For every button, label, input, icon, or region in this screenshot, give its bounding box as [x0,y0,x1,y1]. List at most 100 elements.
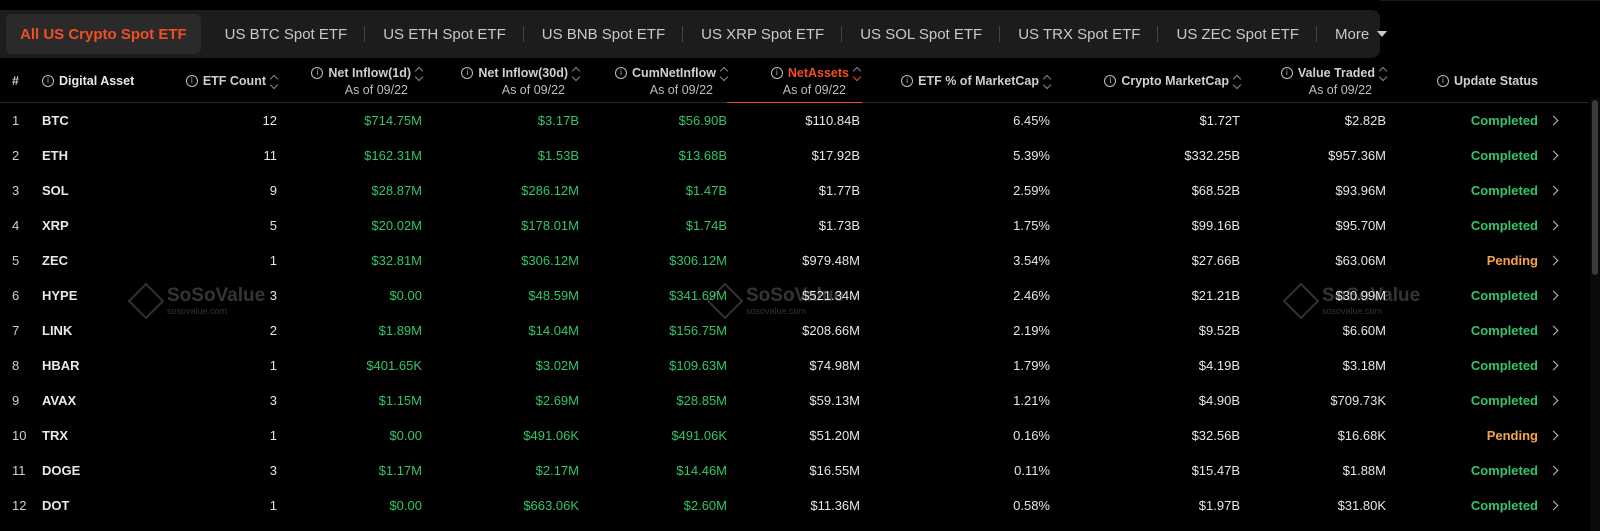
header-cum-net-inflow[interactable]: i CumNetInflow As of 09/22 [579,60,729,102]
header-value-traded[interactable]: i Value Traded As of 09/22 [1240,60,1388,102]
info-icon[interactable]: i [1436,75,1449,87]
table-row[interactable]: 1 BTC 12 $714.75M $3.17B $56.90B $110.84B 6.45%… [0,103,1588,138]
asset-symbol[interactable]: LINK [42,323,172,338]
row-expand-button[interactable] [1538,465,1568,476]
chevron-right-icon [1548,430,1558,441]
asset-symbol[interactable]: HYPE [42,288,172,303]
row-expand-button[interactable] [1538,360,1568,371]
chevron-right-icon [1548,395,1558,406]
row-index: 11 [12,463,26,478]
info-icon[interactable]: i [1104,75,1117,87]
table-row[interactable]: 12 DOT 1 $0.00 $663.06K $2.60M $11.36M 0.58% $1.… [0,488,1588,523]
row-expand-button[interactable] [1538,185,1568,196]
header-crypto-marketcap[interactable]: i Crypto MarketCap [1050,60,1242,102]
info-icon[interactable]: i [1280,66,1293,79]
tab-us-sol-spot-etf[interactable]: US SOL Spot ETF [842,10,1001,58]
row-expand-button[interactable] [1538,220,1568,231]
row-index: 9 [12,393,20,408]
tab-us-eth-spot-etf[interactable]: US ETH Spot ETF [365,10,524,58]
tab-label: US SOL Spot ETF [860,25,983,43]
table-row[interactable]: 5 ZEC 1 $32.81M $306.12M $306.12M $979.48M 3.54… [0,243,1588,278]
tab-us-trx-spot-etf[interactable]: US TRX Spot ETF [1000,10,1159,58]
etf-pct-marketcap: 1.79% [1013,358,1050,373]
etf-pct-marketcap: 5.39% [1013,148,1050,163]
asset-symbol[interactable]: BTC [42,113,172,128]
asset-symbol[interactable]: XRP [42,218,172,233]
net-assets: $11.36M [810,498,860,513]
row-index: 5 [12,253,20,268]
header-etf-pct-marketcap[interactable]: i ETF % of MarketCap [860,60,1052,102]
row-expand-button[interactable] [1538,290,1568,301]
net-assets: $979.48M [802,253,860,268]
tab-us-xrp-spot-etf[interactable]: US XRP Spot ETF [683,10,843,58]
row-expand-button[interactable] [1538,430,1568,441]
info-icon[interactable]: i [901,75,914,87]
header-etf-count[interactable]: i ETF Count [172,60,279,102]
row-expand-button[interactable] [1538,255,1568,266]
crypto-marketcap: $1.72T [1199,113,1240,128]
scrollbar-thumb[interactable] [1592,100,1598,275]
cum-net-inflow: $341.69M [669,288,727,303]
tab-label: US TRX Spot ETF [1018,25,1141,43]
info-icon[interactable]: i [42,75,54,87]
cum-net-inflow: $156.75M [669,323,727,338]
update-status: Completed [1470,288,1538,303]
row-expand-button[interactable] [1538,500,1568,511]
tab-all-us-crypto-spot-etf[interactable]: All US Crypto Spot ETF [6,14,201,54]
row-expand-button[interactable] [1538,150,1568,161]
net-inflow-1d: $0.00 [389,288,422,303]
cum-net-inflow: $14.46M [676,463,727,478]
etf-count: 3 [269,463,277,478]
row-index: 7 [12,323,20,338]
table-row[interactable]: 3 SOL 9 $28.87M $286.12M $1.47B $1.77B 2.59% $68… [0,173,1588,208]
row-expand-button[interactable] [1538,325,1568,336]
info-icon[interactable]: i [770,66,783,79]
net-assets: $1.73B [818,218,860,233]
etf-pct-marketcap: 0.58% [1013,498,1050,513]
row-expand-button[interactable] [1538,115,1568,126]
chevron-right-icon [1548,290,1558,301]
crypto-marketcap: $9.52B [1198,323,1240,338]
header-net-inflow-1d[interactable]: i Net Inflow(1d) As of 09/22 [277,60,424,102]
asset-symbol[interactable]: ZEC [42,253,172,268]
net-assets: $16.55M [809,463,860,478]
info-icon[interactable]: i [311,66,324,79]
row-index: 2 [12,148,20,163]
etf-pct-marketcap: 2.19% [1013,323,1050,338]
info-icon[interactable]: i [461,66,474,79]
asset-symbol[interactable]: DOGE [42,463,172,478]
top-border-line [1380,0,1600,1]
asset-symbol[interactable]: TRX [42,428,172,443]
table-row[interactable]: 11 DOGE 3 $1.17M $2.17M $14.46M $16.55M 0.11% $1… [0,453,1588,488]
table-row[interactable]: 10 TRX 1 $0.00 $491.06K $491.06K $51.20M 0.16% $… [0,418,1588,453]
header-label: NetAssets [787,65,849,80]
tab-us-bnb-spot-etf[interactable]: US BNB Spot ETF [524,10,684,58]
crypto-marketcap: $1.97B [1198,498,1240,513]
table-row[interactable]: 7 LINK 2 $1.89M $14.04M $156.75M $208.66M 2.19%… [0,313,1588,348]
table-row[interactable]: 2 ETH 11 $162.31M $1.53B $13.68B $17.92B 5.39% $… [0,138,1588,173]
header-sub-label: As of 09/22 [344,82,408,97]
info-icon[interactable]: i [185,75,198,87]
net-assets: $208.66M [802,323,860,338]
table-row[interactable]: 6 HYPE 3 $0.00 $48.59M $341.69M $521.34M 2.46% $… [0,278,1588,313]
table-row[interactable]: 8 HBAR 1 $401.65K $3.02M $109.63M $74.98M 1.79%… [0,348,1588,383]
row-expand-button[interactable] [1538,395,1568,406]
net-inflow-1d: $28.87M [371,183,422,198]
asset-symbol[interactable]: ETH [42,148,172,163]
asset-symbol[interactable]: DOT [42,498,172,513]
tab-us-zec-spot-etf[interactable]: US ZEC Spot ETF [1158,10,1318,58]
table-row[interactable]: 9 AVAX 3 $1.15M $2.69M $28.85M $59.13M 1.21% $4.… [0,383,1588,418]
tab-us-btc-spot-etf[interactable]: US BTC Spot ETF [207,10,366,58]
asset-symbol[interactable]: HBAR [42,358,172,373]
tab-label: All US Crypto Spot ETF [20,25,187,43]
net-inflow-1d: $0.00 [389,498,422,513]
asset-symbol[interactable]: SOL [42,183,172,198]
header-net-inflow-30d[interactable]: i Net Inflow(30d) As of 09/22 [422,60,581,102]
header-net-assets[interactable]: i NetAssets As of 09/22 [727,60,862,103]
value-traded: $63.06M [1335,253,1386,268]
table-row[interactable]: 4 XRP 5 $20.02M $178.01M $1.74B $1.73B 1.75% $99… [0,208,1588,243]
more-tabs-dropdown[interactable]: More [1317,10,1405,58]
caret-down-icon [1377,31,1388,37]
info-icon[interactable]: i [614,66,627,79]
asset-symbol[interactable]: AVAX [42,393,172,408]
